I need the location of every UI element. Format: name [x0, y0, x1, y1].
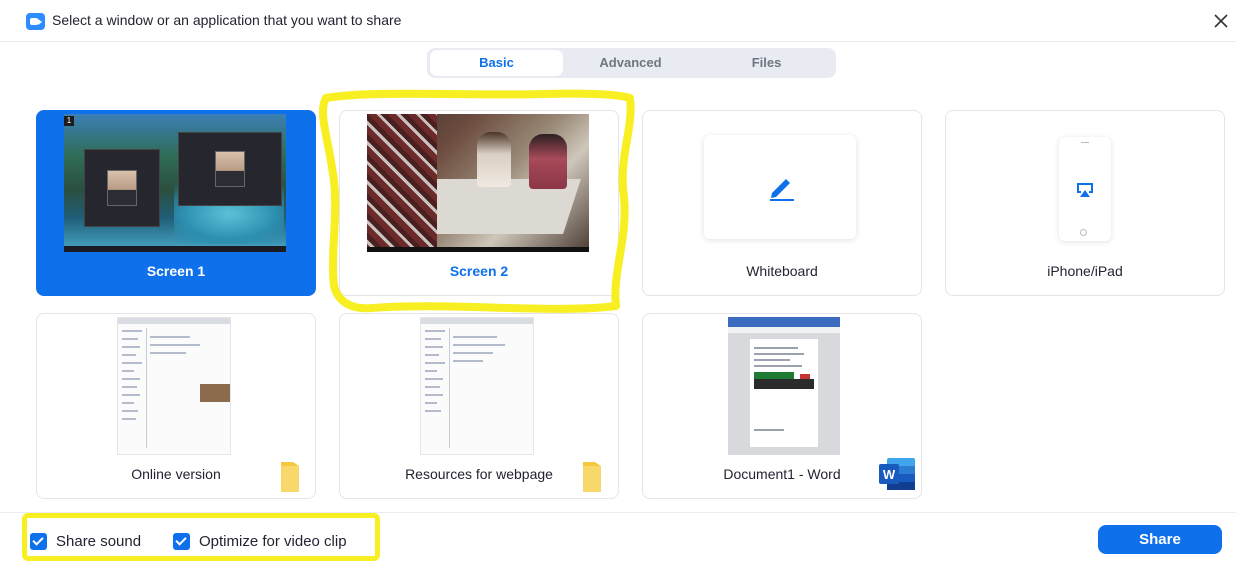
- tile-label: Screen 2: [449, 263, 509, 279]
- checkbox-checked-icon[interactable]: [30, 532, 47, 550]
- tab-bar: Basic Advanced Files: [427, 48, 836, 78]
- participant-avatar: [107, 170, 137, 206]
- participant-avatar: [215, 151, 245, 187]
- share-sound-checkbox[interactable]: Share sound: [30, 531, 141, 551]
- close-icon: [1214, 14, 1228, 28]
- checkbox-checked-icon[interactable]: [173, 532, 190, 550]
- taskbar: [64, 246, 286, 252]
- tile-label: Screen 1: [146, 263, 206, 279]
- video-window: [84, 149, 160, 227]
- share-button[interactable]: Share: [1098, 525, 1222, 554]
- video-window: [178, 132, 282, 206]
- tab-advanced[interactable]: Advanced: [564, 50, 697, 76]
- window-preview: [117, 317, 231, 455]
- pen-icon: [770, 179, 794, 201]
- optimize-video-label: Optimize for video clip: [199, 532, 347, 550]
- tile-document1-word[interactable]: W Document1 - Word: [642, 313, 922, 499]
- tile-resources-for-webpage[interactable]: Resources for webpage: [339, 313, 619, 499]
- tile-label: iPhone/iPad: [1047, 263, 1123, 279]
- tab-files[interactable]: Files: [700, 50, 833, 76]
- tile-label: Resources for webpage: [405, 466, 553, 482]
- screen-1-preview: [64, 114, 286, 252]
- tab-basic[interactable]: Basic: [430, 50, 563, 76]
- window-preview: [420, 317, 534, 455]
- window-preview: [728, 317, 840, 455]
- share-sound-label: Share sound: [56, 532, 142, 550]
- airplay-icon: [1077, 183, 1093, 197]
- phone-preview: [1059, 137, 1111, 241]
- title-bar: Select a window or an application that y…: [0, 0, 1236, 42]
- tile-label: Online version: [131, 466, 221, 482]
- tile-label: Document1 - Word: [723, 466, 841, 482]
- close-button[interactable]: [1210, 10, 1232, 32]
- screen-2-preview: [367, 114, 589, 252]
- optimize-video-checkbox[interactable]: Optimize for video clip: [173, 531, 347, 551]
- tile-screen-1[interactable]: 1 Screen 1: [36, 110, 316, 296]
- screen-number-badge: 1: [64, 116, 74, 126]
- whiteboard-preview: [704, 135, 856, 239]
- tile-online-version[interactable]: Online version: [36, 313, 316, 499]
- tile-screen-2[interactable]: Screen 2: [339, 110, 619, 296]
- tile-label: Whiteboard: [746, 263, 818, 279]
- zoom-camera-icon: [26, 13, 45, 30]
- window-title: Select a window or an application that y…: [52, 12, 402, 28]
- tile-iphone-ipad[interactable]: iPhone/iPad: [945, 110, 1225, 296]
- tile-whiteboard[interactable]: Whiteboard: [642, 110, 922, 296]
